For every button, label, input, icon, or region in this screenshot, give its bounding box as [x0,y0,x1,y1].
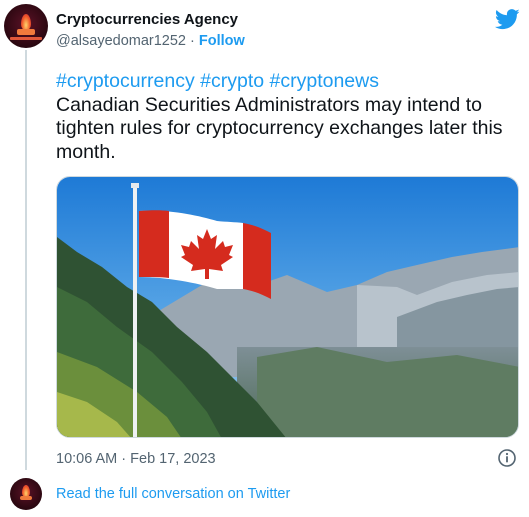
author-handle[interactable]: @alsayedomar1252 [56,33,186,49]
author-name[interactable]: Cryptocurrencies Agency [56,11,238,28]
hashtag-link[interactable]: #cryptonews [270,70,379,92]
tweet-photo[interactable] [56,176,519,438]
read-full-conversation-link[interactable]: Read the full conversation on Twitter [56,486,290,502]
avatar-text-graphic [10,37,42,40]
avatar-base-graphic [17,29,35,35]
author-handle-row: @alsayedomar1252 · Follow [56,33,245,49]
tweet-body: Canadian Securities Administrators may i… [56,93,503,163]
conversation-avatar[interactable] [10,478,42,510]
hashtag-link[interactable]: #cryptocurrency [56,70,195,92]
avatar-base-graphic [20,496,32,500]
twitter-bird-icon[interactable] [495,9,520,30]
tweet-text: #cryptocurrency #crypto #cryptonews Cana… [56,70,526,164]
photo-canadian-flag-mountains [57,177,518,437]
tweet-timestamp[interactable]: 10:06 AM · Feb 17, 2023 [56,451,216,467]
handle-separator: · [190,33,195,49]
avatar-flame-graphic [21,14,31,30]
info-icon[interactable] [497,448,517,468]
hashtag-link[interactable]: #crypto [200,70,264,92]
tweet-embed-card: Cryptocurrencies Agency @alsayedomar1252… [0,0,529,517]
author-avatar[interactable] [4,4,48,48]
follow-button[interactable]: Follow [199,33,245,49]
thread-line [25,50,27,470]
